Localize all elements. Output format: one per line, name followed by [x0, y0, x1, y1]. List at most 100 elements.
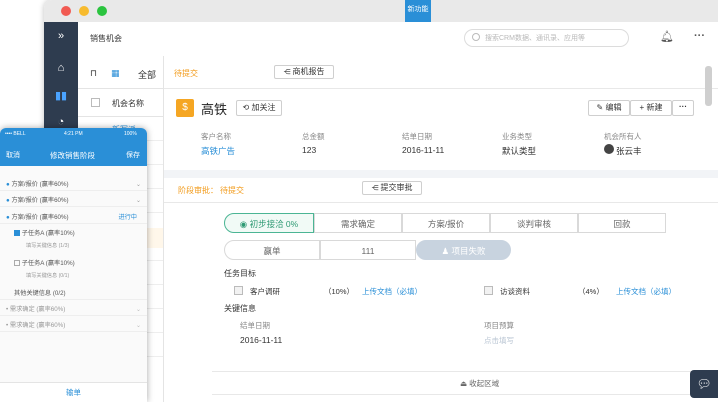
save-button[interactable]: 保存: [126, 150, 140, 160]
stage-row[interactable]: ● 方案/报价 (赢率60%) ⌄: [0, 194, 147, 207]
dot-icon: ●: [6, 197, 10, 204]
opportunity-detail: 待提交 ⋲ 商机报告 $ 高铁 ⟲ 加关注 ✎ 编辑 + 新建 ··· 客户名称…: [164, 56, 718, 402]
more-button[interactable]: ···: [672, 100, 694, 116]
other-info-row[interactable]: 其他关键信息 (0/2): [0, 287, 147, 300]
field-label: 项目预算: [484, 321, 514, 330]
chat-icon[interactable]: 💬︎: [690, 370, 718, 398]
owner-name: 张云丰: [616, 146, 642, 156]
field-value: 2016-11-11: [402, 145, 445, 155]
chevron-down-icon: ⌄: [135, 322, 141, 329]
user-circle-icon: ◉: [239, 219, 250, 229]
chart-icon[interactable]: ▮▮: [44, 84, 78, 108]
follow-button[interactable]: ⟲ 加关注: [236, 100, 282, 116]
new-button[interactable]: + 新建: [630, 100, 672, 116]
time-label: 4:21 PM: [64, 131, 83, 137]
field-label: 机会所有人: [604, 132, 642, 141]
key-info-title: 关键信息: [224, 304, 256, 313]
report-button[interactable]: ⋲ 商机报告: [274, 65, 334, 79]
edit-button[interactable]: ✎ 编辑: [588, 100, 630, 116]
opportunity-title: 高铁: [201, 102, 228, 117]
dot-icon: ●: [6, 214, 10, 221]
stage-row[interactable]: • 需求确定 (赢率60%) ⌄: [0, 319, 147, 332]
submit-approval-button[interactable]: ⋲ 提交审批: [362, 181, 422, 195]
task-name: 访谈资料: [500, 287, 530, 296]
approval-status: 待提交: [220, 186, 244, 195]
kanban-icon[interactable]: ⊓: [90, 68, 97, 79]
home-icon[interactable]: ⌂: [44, 56, 78, 80]
user-icon: ♟: [441, 246, 452, 256]
task-checkbox[interactable]: [484, 286, 493, 295]
search-icon: [472, 33, 480, 41]
in-progress-tag: 进行中: [118, 214, 137, 221]
field-label: 客户名称: [201, 132, 231, 141]
avatar: [604, 144, 614, 154]
task-percent: （10%）: [324, 287, 355, 296]
task-percent: （4%）: [578, 287, 604, 296]
dot-icon: •: [6, 306, 9, 313]
cancel-button[interactable]: 取消: [6, 150, 20, 160]
window-titlebar: [44, 0, 718, 22]
unchecked-box-icon: [14, 260, 20, 267]
stage-current[interactable]: ◉ 初步接洽 0%: [224, 213, 314, 233]
chevron-down-icon: ⌄: [135, 197, 141, 204]
upload-link[interactable]: 上传文档（必填）: [616, 286, 676, 297]
top-bar: 销售机会 搜索CRM数据、通讯录、应用等 🔔︎ ···: [44, 22, 718, 57]
upload-link[interactable]: 上传文档（必填）: [362, 286, 422, 297]
minimize-dot[interactable]: [79, 6, 89, 16]
more-icon[interactable]: ···: [694, 30, 705, 42]
dot-icon: ●: [6, 181, 10, 188]
close-dot[interactable]: [61, 6, 71, 16]
carrier-label: •••• BELL: [5, 131, 26, 137]
select-all-checkbox[interactable]: [91, 98, 100, 107]
phone-title: 修改销售阶段: [50, 151, 95, 160]
budget-input[interactable]: 点击填写: [484, 335, 514, 346]
stage-row-active[interactable]: ● 方案/报价 (赢率60%) 进行中: [0, 211, 147, 224]
subtask-info: 填写关键信息 (0/1): [26, 273, 70, 279]
collapse-icon: ⏏: [460, 379, 470, 388]
maximize-dot[interactable]: [97, 6, 107, 16]
subtask-row[interactable]: 子任务A (赢率10%): [0, 227, 147, 240]
field-value: 123: [302, 145, 317, 155]
column-header: 机会名称: [112, 99, 144, 108]
task-checkbox[interactable]: [234, 286, 243, 295]
dot-icon: •: [6, 322, 9, 329]
stage-row[interactable]: ● 方案/报价 (赢率60%) ⌄: [0, 178, 147, 191]
field-label: 总金额: [302, 132, 325, 141]
chevron-down-icon: ⌄: [135, 306, 141, 313]
customer-link[interactable]: 高铁广告: [201, 145, 235, 157]
field-value: 2016-11-11: [240, 335, 283, 345]
subtask-row[interactable]: 子任务A (赢率10%): [0, 257, 147, 270]
stage-item[interactable]: 方案/报价: [402, 213, 490, 233]
stage-item[interactable]: 谈判审核: [490, 213, 578, 233]
new-feature-badge[interactable]: 新功能: [405, 0, 431, 22]
stage-row[interactable]: • 需求确定 (赢率60%) ⌄: [0, 303, 147, 316]
battery-label: 100%: [124, 131, 137, 137]
phone-header: •••• BELL 4:21 PM 100% 取消 修改销售阶段 保存: [0, 128, 147, 166]
chevron-down-icon: ⌄: [135, 181, 141, 188]
search-input[interactable]: 搜索CRM数据、通讯录、应用等: [464, 29, 629, 47]
expand-icon[interactable]: »: [44, 24, 78, 48]
bell-icon[interactable]: 🔔︎: [660, 30, 674, 43]
approval-label: 阶段审批：: [178, 186, 218, 195]
status-label: 待提交: [174, 69, 198, 78]
stage-custom[interactable]: 111: [320, 240, 416, 260]
stage-lost[interactable]: ♟ 项目失败: [416, 240, 511, 260]
lost-order-button[interactable]: 输单: [0, 382, 147, 402]
filter-label[interactable]: 全部: [138, 68, 156, 81]
list-view-icon[interactable]: ▦: [111, 68, 120, 79]
checked-box-icon: [14, 230, 20, 237]
field-label: 结单日期: [402, 132, 432, 141]
subtask-info: 填写关键信息 (1/3): [26, 243, 70, 249]
scrollbar[interactable]: [705, 66, 712, 106]
mobile-preview: •••• BELL 4:21 PM 100% 取消 修改销售阶段 保存 ● 方案…: [0, 128, 147, 402]
stage-item[interactable]: 回款: [578, 213, 666, 233]
field-value: 默认类型: [502, 146, 537, 156]
stage-won[interactable]: 赢单: [224, 240, 320, 260]
stage-item[interactable]: 需求确定: [314, 213, 402, 233]
collapse-toggle[interactable]: ⏏ 收起区域: [460, 378, 499, 389]
module-title: 销售机会: [90, 34, 122, 43]
money-icon: $: [176, 99, 194, 117]
field-label: 结单日期: [240, 321, 270, 330]
task-name: 客户调研: [250, 287, 280, 296]
field-label: 业务类型: [502, 132, 532, 141]
